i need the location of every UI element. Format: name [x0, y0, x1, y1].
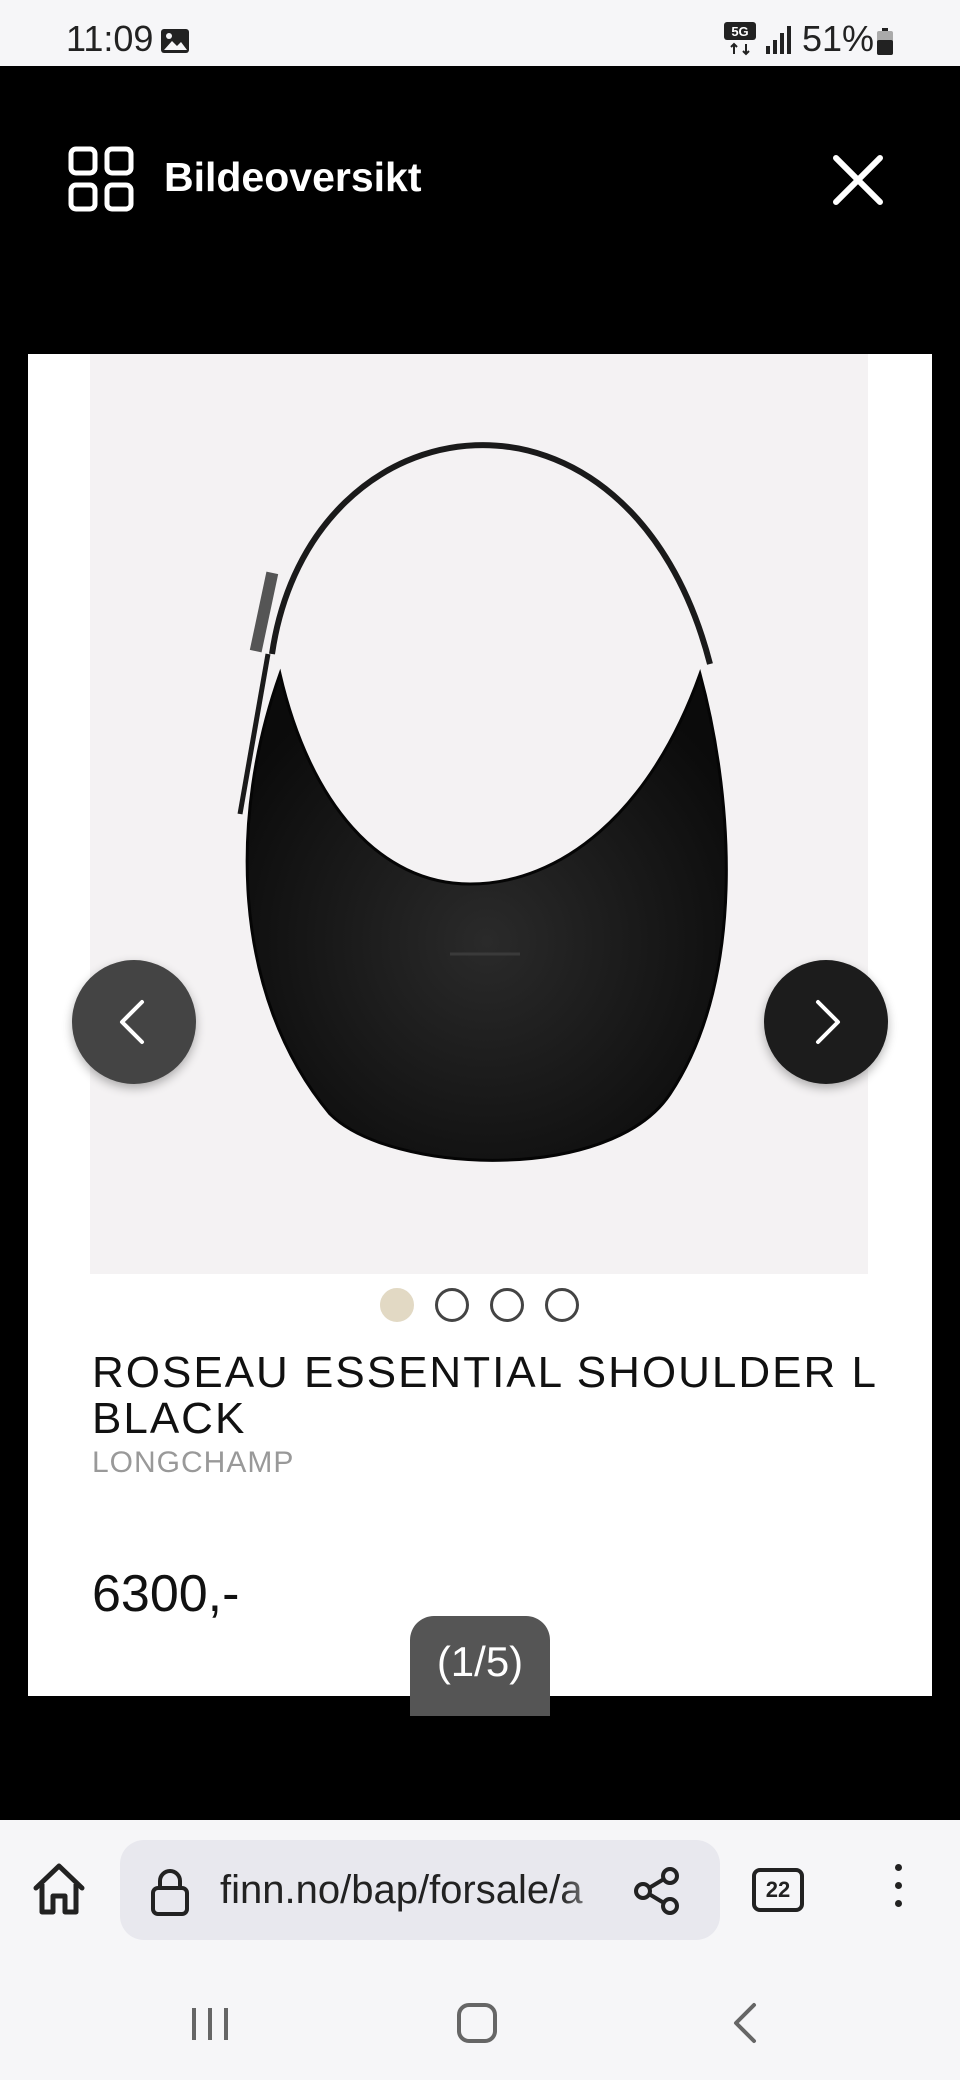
chevron-left-icon [120, 1000, 144, 1044]
menu-dot [894, 1882, 902, 1889]
battery-percentage: 51% [802, 18, 875, 59]
grid-overview-icon[interactable] [68, 146, 134, 212]
share-icon[interactable] [632, 1866, 682, 1916]
pagination-dot[interactable] [435, 1288, 469, 1322]
network-5g-icon: 5G [724, 22, 756, 56]
image-notification-icon [161, 29, 189, 53]
url-bar[interactable]: finn.no/bap/forsale/a [120, 1840, 720, 1940]
product-price: 6300,- [92, 1565, 240, 1623]
tabs-button[interactable]: 22 [752, 1868, 804, 1912]
menu-dot [894, 1900, 902, 1907]
gallery-header: Bildeoversikt [0, 66, 960, 356]
handbag-illustration [237, 442, 728, 1162]
image-counter: (1/5) [410, 1616, 550, 1716]
recent-apps-icon[interactable] [188, 2004, 232, 2044]
back-icon[interactable] [730, 2002, 760, 2044]
close-icon[interactable] [830, 152, 886, 208]
chevron-right-icon [816, 1000, 840, 1044]
product-image[interactable] [90, 354, 868, 1274]
system-navigation-bar [0, 1960, 960, 2080]
pagination-dot-active[interactable] [380, 1288, 414, 1322]
product-title: ROSEAU ESSENTIAL SHOULDER L BLACK [92, 1348, 877, 1443]
previous-image-button[interactable] [72, 960, 196, 1084]
menu-dot [894, 1864, 902, 1871]
browser-toolbar: finn.no/bap/forsale/a 22 [0, 1820, 960, 1960]
pagination-dot[interactable] [545, 1288, 579, 1322]
more-menu-button[interactable] [888, 1864, 908, 1916]
gallery-title[interactable]: Bildeoversikt [164, 154, 422, 201]
status-time: 11:09 [66, 18, 154, 59]
product-brand: LONGCHAMP [92, 1446, 295, 1479]
home-icon[interactable] [30, 1860, 88, 1918]
next-image-button[interactable] [764, 960, 888, 1084]
status-bar: 11:09 5G 51% [0, 0, 960, 66]
battery-icon [877, 28, 893, 55]
lock-icon[interactable] [150, 1868, 190, 1916]
pagination-dot[interactable] [490, 1288, 524, 1322]
network-label: 5G [731, 24, 748, 39]
image-viewer-card: ROSEAU ESSENTIAL SHOULDER L BLACK LONGCH… [28, 354, 932, 1696]
url-text[interactable]: finn.no/bap/forsale/a [220, 1868, 620, 1913]
home-button-icon[interactable] [456, 2002, 498, 2044]
signal-icon [766, 26, 791, 54]
